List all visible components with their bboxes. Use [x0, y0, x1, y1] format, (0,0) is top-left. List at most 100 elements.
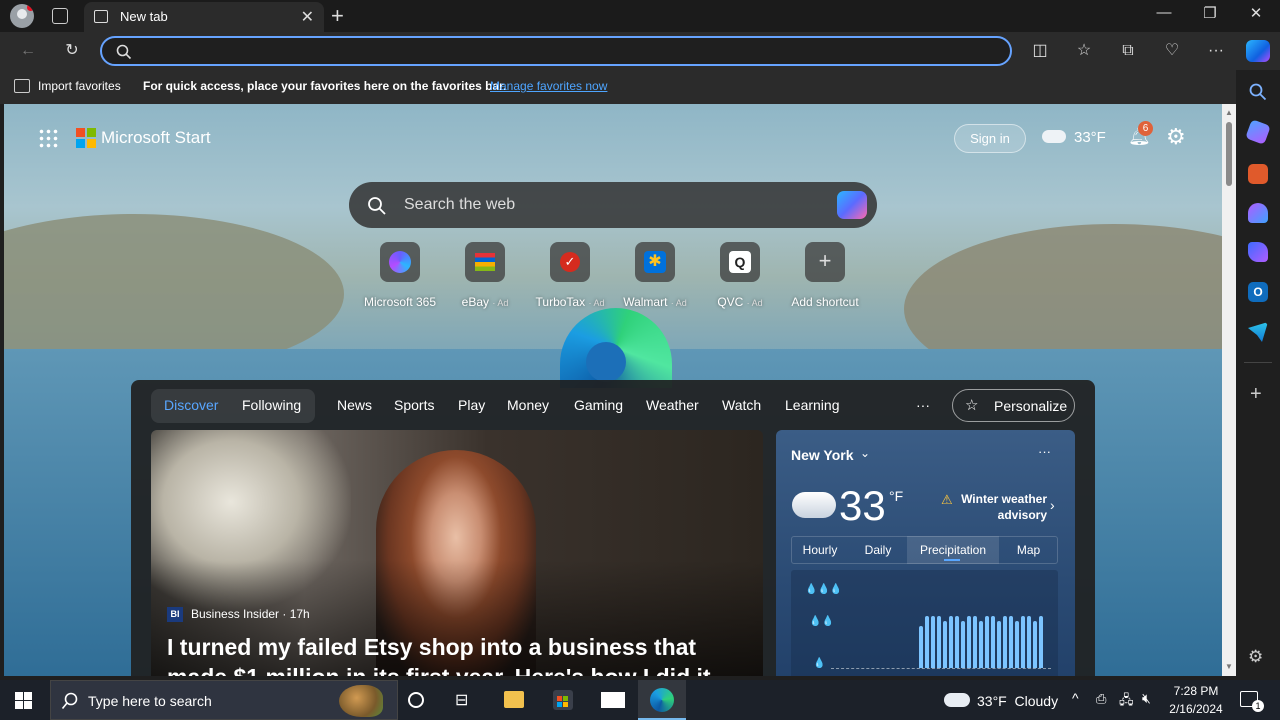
shopping-tag-icon[interactable] — [1245, 119, 1271, 145]
copilot-icon[interactable] — [1246, 40, 1270, 62]
tab-actions-icon[interactable] — [52, 8, 68, 24]
tab-gaming[interactable]: Gaming — [574, 397, 623, 413]
tab-play[interactable]: Play — [458, 397, 485, 413]
tab-new-tab[interactable]: New tab ✕ — [84, 2, 324, 32]
shortcut-microsoft-365[interactable]: Microsoft 365 — [354, 242, 446, 309]
tab-following[interactable]: Following — [242, 397, 301, 413]
chart-baseline — [831, 668, 1051, 669]
drop-icon[interactable] — [1248, 322, 1268, 342]
favorites-star-icon[interactable]: ☆ — [1074, 41, 1094, 61]
tab-watch[interactable]: Watch — [722, 397, 761, 413]
shortcut-turbotax[interactable]: ✓ TurboTax · Ad — [524, 242, 616, 309]
tab-close-icon[interactable]: ✕ — [301, 7, 314, 27]
split-screen-icon[interactable]: ◫ — [1030, 41, 1050, 61]
scroll-thumb[interactable] — [1226, 122, 1232, 186]
shortcut-ebay[interactable]: eBay · Ad — [439, 242, 531, 309]
new-tab-button[interactable]: + — [331, 3, 344, 29]
precip-bar — [967, 616, 971, 668]
tab-sports[interactable]: Sports — [394, 397, 434, 413]
browser-essentials-icon[interactable]: ♡ — [1162, 41, 1182, 61]
settings-gear-icon[interactable]: ⚙ — [1166, 124, 1186, 150]
notification-count-badge: 6 — [1138, 121, 1153, 136]
manage-favorites-link[interactable]: Manage favorites now — [490, 79, 607, 93]
walmart-icon: ✱ — [635, 242, 675, 282]
header-temperature[interactable]: 33°F — [1074, 129, 1106, 146]
weather-city[interactable]: New York — [791, 447, 854, 463]
sparkle-star-icon: ☆ — [965, 397, 979, 414]
refresh-icon[interactable]: ↻ — [62, 41, 82, 61]
weather-more-icon[interactable]: ··· — [1038, 444, 1051, 459]
personalize-button[interactable]: ☆ Personalize — [952, 389, 1075, 422]
tab-learning[interactable]: Learning — [785, 397, 840, 413]
tray-chevron-up-icon[interactable]: ^ — [1072, 690, 1079, 706]
shortcut-qvc[interactable]: Q QVC · Ad — [694, 242, 786, 309]
microsoft-365-sidebar-icon[interactable] — [1248, 242, 1268, 262]
add-shortcut-button[interactable]: + Add shortcut — [779, 242, 871, 309]
tab-news[interactable]: News — [337, 397, 372, 413]
edge-icon — [650, 688, 674, 712]
volume-muted-icon[interactable]: 🔇︎ — [1142, 690, 1151, 707]
address-bar[interactable] — [100, 36, 1012, 66]
taskbar-weather[interactable]: 33°F Cloudy — [977, 693, 1058, 709]
games-icon[interactable] — [1248, 203, 1268, 223]
weather-tab-map[interactable]: Map — [999, 536, 1058, 564]
import-favorites-link[interactable]: Import favorites — [38, 79, 121, 93]
taskbar-time[interactable]: 7:28 PM — [1168, 684, 1224, 698]
more-tabs-icon[interactable]: ··· — [916, 397, 930, 413]
weather-alert-line1[interactable]: Winter weather — [951, 492, 1047, 506]
add-sidebar-app-icon[interactable]: + — [1250, 383, 1262, 406]
precip-bar — [955, 616, 959, 668]
web-search-box[interactable]: Search the web — [349, 182, 877, 228]
app-launcher-icon[interactable] — [38, 128, 58, 148]
precip-bar — [1003, 616, 1007, 668]
scroll-down-arrow[interactable]: ▼ — [1225, 662, 1233, 671]
tab-money[interactable]: Money — [507, 397, 549, 413]
tab-weather[interactable]: Weather — [646, 397, 699, 413]
page-scrollbar[interactable]: ▲ ▼ — [1222, 104, 1236, 676]
close-window-button[interactable]: ✕ — [1233, 4, 1279, 22]
tools-briefcase-icon[interactable] — [1248, 164, 1268, 184]
back-icon[interactable]: ← — [18, 41, 38, 61]
meet-now-icon[interactable]: ⎙ — [1096, 691, 1106, 707]
file-explorer-icon[interactable] — [504, 691, 524, 708]
cortana-icon[interactable] — [408, 692, 424, 708]
precip-bar — [931, 616, 935, 668]
chevron-down-icon[interactable]: ⌄ — [860, 446, 870, 460]
profile-avatar[interactable] — [10, 4, 34, 28]
weather-alert-line2[interactable]: advisory — [951, 508, 1047, 522]
personalize-label: Personalize — [994, 398, 1068, 414]
sidebar-settings-icon[interactable]: ⚙ — [1248, 647, 1263, 667]
scroll-up-arrow[interactable]: ▲ — [1225, 108, 1233, 117]
collections-icon[interactable]: ⧉ — [1118, 41, 1138, 61]
chevron-right-icon[interactable]: › — [1050, 497, 1055, 513]
hero-source: Business Insider · 17h — [191, 607, 310, 621]
shortcut-walmart[interactable]: ✱ Walmart · Ad — [609, 242, 701, 309]
sidebar-search-icon[interactable] — [1249, 83, 1267, 101]
weather-tab-daily[interactable]: Daily — [849, 536, 907, 564]
microsoft-store-icon[interactable] — [553, 690, 573, 710]
taskbar-date[interactable]: 2/16/2024 — [1166, 702, 1226, 716]
sign-in-button[interactable]: Sign in — [954, 124, 1026, 153]
outlook-icon[interactable]: O — [1248, 282, 1268, 302]
taskbar-search-placeholder: Type here to search — [88, 693, 212, 709]
more-menu-icon[interactable]: ··· — [1206, 41, 1226, 61]
minimize-button[interactable]: — — [1141, 4, 1187, 21]
windows-start-icon[interactable] — [15, 692, 32, 709]
weather-card[interactable]: New York ⌄ ··· 33 °F ⚠ Winter weather ad… — [776, 430, 1075, 676]
precip-bar — [997, 621, 1001, 668]
precip-bar — [937, 616, 941, 668]
restore-button[interactable]: ❐ — [1187, 4, 1233, 22]
hero-headline[interactable]: I turned my failed Etsy shop into a busi… — [167, 634, 696, 661]
weather-unit[interactable]: °F — [889, 488, 903, 504]
edge-taskbar-button[interactable] — [638, 680, 686, 720]
copilot-search-icon[interactable] — [837, 191, 867, 219]
tab-discover[interactable]: Discover — [164, 397, 218, 413]
hero-headline-line2[interactable]: made $1 million in its first year. Here'… — [167, 664, 717, 676]
task-view-icon[interactable]: ⊟ — [455, 690, 468, 710]
network-icon[interactable]: 🖧︎ — [1119, 691, 1134, 713]
shortcut-label: eBay — [461, 295, 489, 309]
taskbar-search-box[interactable]: Type here to search — [50, 680, 398, 720]
mail-icon[interactable] — [601, 692, 625, 708]
hero-article-card[interactable]: BI Business Insider · 17h I turned my fa… — [151, 430, 763, 676]
weather-tab-hourly[interactable]: Hourly — [791, 536, 849, 564]
